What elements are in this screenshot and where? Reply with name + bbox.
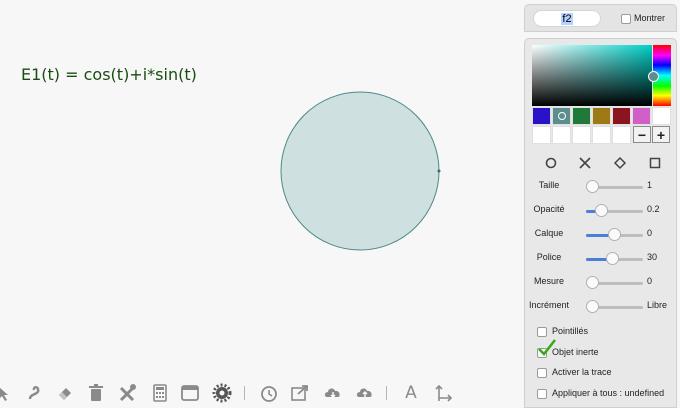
slider-value: 1 [647, 180, 653, 190]
cloud-download-icon[interactable] [323, 383, 343, 403]
slider-track[interactable] [586, 228, 643, 241]
unit-circle[interactable] [280, 91, 440, 251]
trace-checkbox[interactable] [537, 368, 547, 378]
dashed-label: Pointillés [552, 326, 589, 336]
pointer-icon[interactable] [0, 383, 14, 403]
slider-thumb[interactable] [586, 300, 599, 313]
slider-track[interactable] [586, 300, 643, 313]
slider-label: Mesure [533, 276, 564, 286]
drawing-canvas[interactable]: E1(t) = cos(t)+i*sin(t) [0, 0, 522, 408]
custom-color-slot[interactable] [592, 126, 611, 144]
bottom-toolbar: A [0, 378, 522, 408]
circle-shape-layer [280, 91, 441, 251]
circle-point[interactable] [437, 169, 441, 173]
hue-knob[interactable] [648, 71, 659, 82]
tools-icon[interactable] [118, 383, 138, 403]
slider-track[interactable] [586, 252, 643, 265]
color-swatch[interactable] [552, 107, 571, 125]
toolbar-divider [244, 386, 245, 400]
window-icon[interactable] [180, 383, 200, 403]
slider-thumb[interactable] [586, 180, 599, 193]
remove-color-button[interactable]: − [633, 126, 651, 143]
calculator-icon[interactable] [150, 383, 170, 403]
slider-value: 0 [647, 228, 653, 238]
slider-track[interactable] [586, 276, 643, 289]
color-swatch[interactable] [572, 107, 591, 125]
color-swatch[interactable] [652, 107, 671, 125]
color-swatches: − + [532, 107, 671, 145]
show-label: Montrer [634, 13, 666, 23]
circle-point-icon[interactable] [543, 155, 559, 171]
toolbar-divider [386, 386, 387, 400]
cloud-upload-icon[interactable] [355, 383, 375, 403]
slider-value: 0.2 [647, 204, 660, 214]
color-swatch[interactable] [632, 107, 651, 125]
slider-label: Calque [534, 228, 564, 238]
slider-thumb[interactable] [605, 252, 619, 265]
slider-thumb[interactable] [608, 228, 621, 241]
object-name-field[interactable]: f2 [533, 10, 601, 27]
selected-swatch-marker [558, 112, 566, 120]
apply-all-label: Appliquer à tous : undefined [552, 388, 665, 398]
cross-point-icon[interactable] [577, 155, 593, 171]
color-swatch[interactable] [612, 107, 631, 125]
square-point-icon[interactable] [647, 155, 663, 171]
object-name-text: f2 [561, 13, 573, 25]
diamond-point-icon[interactable] [612, 155, 628, 171]
slider-value: 0 [647, 276, 653, 286]
slider-thumb[interactable] [594, 204, 608, 217]
trace-label: Activer la trace [552, 367, 612, 377]
custom-color-slot[interactable] [532, 126, 551, 144]
slider-track[interactable] [586, 204, 643, 217]
custom-color-slot[interactable] [572, 126, 591, 144]
eraser-icon[interactable] [55, 383, 75, 403]
text-icon[interactable]: A [401, 383, 421, 403]
apply-all-checkbox[interactable] [537, 389, 547, 399]
gear-icon[interactable] [212, 383, 232, 403]
slider-label: Police [536, 252, 562, 262]
slider-track[interactable] [586, 180, 643, 193]
custom-color-slot[interactable] [552, 126, 571, 144]
color-picker[interactable] [532, 45, 652, 106]
export-icon[interactable] [290, 383, 310, 403]
add-color-button[interactable]: + [652, 126, 670, 143]
slider-value: Libre [647, 300, 668, 310]
color-swatch[interactable] [592, 107, 611, 125]
dashed-checkbox[interactable] [537, 327, 547, 337]
show-checkbox[interactable] [621, 14, 631, 24]
object-name-bar: f2 Montrer [524, 4, 677, 32]
history-icon[interactable] [259, 383, 279, 403]
color-swatch[interactable] [532, 107, 551, 125]
axes-icon[interactable] [433, 383, 453, 403]
slider-label: Incrément [528, 300, 570, 310]
inert-label: Objet inerte [552, 347, 599, 357]
slider-thumb[interactable] [586, 276, 599, 289]
slider-label: Taille [538, 180, 560, 190]
trash-icon[interactable] [86, 383, 106, 403]
properties-panel: − + Taille 1 Opacité 0.2 Calque 0 Police 30 Mesur… [524, 38, 677, 408]
slider-value: 30 [647, 252, 658, 262]
curve-icon[interactable] [25, 383, 45, 403]
slider-label: Opacité [533, 204, 565, 214]
custom-color-slot[interactable] [612, 126, 631, 144]
